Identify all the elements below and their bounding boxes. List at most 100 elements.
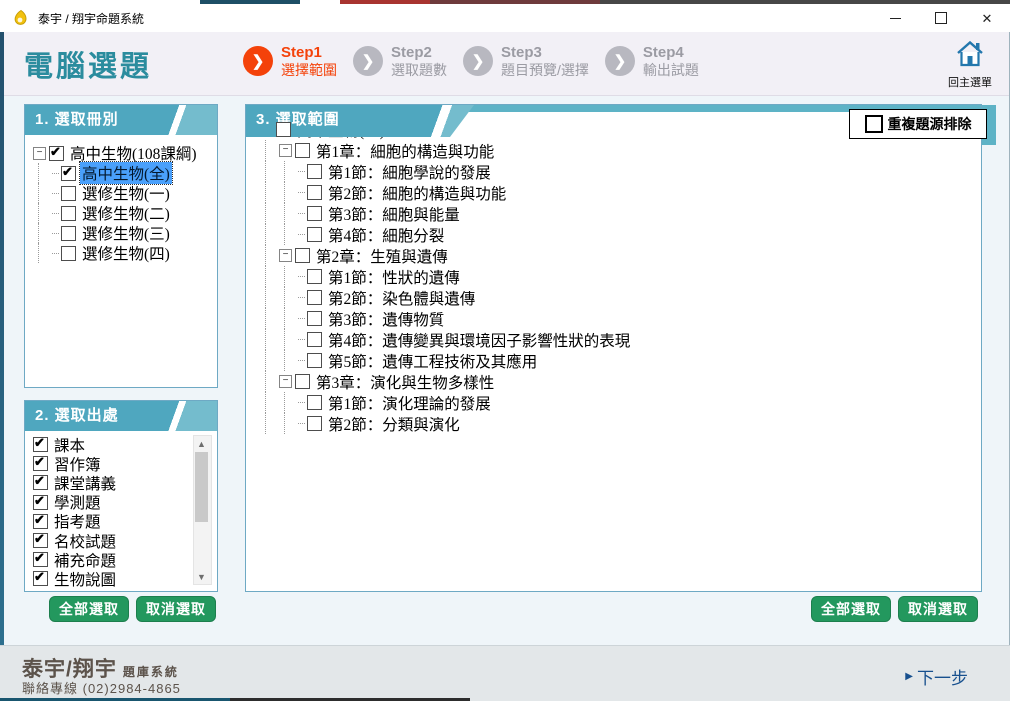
source-item-checkbox[interactable]: [33, 475, 48, 490]
scope-tree-item-row[interactable]: 第2節：分類與演化: [260, 413, 979, 434]
source-select-all-button[interactable]: 全部選取: [49, 596, 129, 622]
source-list-item[interactable]: 補充命題: [33, 550, 191, 569]
volume-tree-item-checkbox[interactable]: [49, 146, 64, 161]
scope-tree-item-checkbox[interactable]: [276, 122, 291, 137]
source-item-checkbox[interactable]: [33, 437, 48, 452]
scope-tree-item-checkbox[interactable]: [307, 416, 322, 431]
scope-tree-item-row[interactable]: 第2節：染色體與遺傳: [260, 287, 979, 308]
scope-tree-item-label[interactable]: 第5節：遺傳工程技術及其應用: [326, 350, 539, 372]
volume-tree-item-label[interactable]: 高中生物(全): [80, 162, 172, 184]
volume-tree-item-label[interactable]: 選修生物(二): [80, 202, 172, 224]
panel-select-source: 2. 選取出處 課本習作簿課堂講義學測題指考題名校試題補充命題生物說圖 ▲ ▼: [24, 400, 218, 592]
tree-collapse-icon[interactable]: −: [279, 375, 292, 388]
scope-tree-item-label[interactable]: 第1節：演化理論的發展: [326, 392, 493, 414]
scope-select-all-button[interactable]: 全部選取: [811, 596, 891, 622]
volume-tree-item-label[interactable]: 高中生物(108課綱): [68, 142, 199, 164]
volume-tree-item-checkbox[interactable]: [61, 206, 76, 221]
scope-tree-item-row[interactable]: 第1節：性狀的遺傳: [260, 266, 979, 287]
scope-tree-item-label[interactable]: 第3章：演化與生物多樣性: [314, 371, 496, 393]
volume-tree-item-row[interactable]: 選修生物(二): [33, 203, 215, 223]
source-item-checkbox[interactable]: [33, 571, 48, 586]
volume-tree-item-row[interactable]: 選修生物(四): [33, 243, 215, 263]
source-item-checkbox[interactable]: [33, 456, 48, 471]
source-list-item[interactable]: 學測題: [33, 493, 191, 512]
scope-tree-item-row[interactable]: − 第2章：生殖與遺傳: [260, 245, 979, 266]
scope-tree-item-checkbox[interactable]: [307, 227, 322, 242]
scope-tree-item-row[interactable]: 第4節：細胞分裂: [260, 224, 979, 245]
scope-tree-item-label[interactable]: 第3節：遺傳物質: [326, 308, 446, 330]
minimize-button[interactable]: [872, 4, 918, 32]
scope-tree-item-checkbox[interactable]: [307, 185, 322, 200]
scope-tree-item-row[interactable]: 第3節：細胞與能量: [260, 203, 979, 224]
volume-tree-item-checkbox[interactable]: [61, 166, 76, 181]
scope-tree-item-label[interactable]: 第3節：細胞與能量: [326, 203, 462, 225]
source-list-item[interactable]: 指考題: [33, 512, 191, 531]
scope-tree-item-label[interactable]: 第4節：細胞分裂: [326, 224, 446, 246]
volume-tree-item-checkbox[interactable]: [61, 226, 76, 241]
scope-tree-item-checkbox[interactable]: [307, 311, 322, 326]
scope-tree-item-checkbox[interactable]: [307, 290, 322, 305]
scope-tree-item-row[interactable]: − 第1章：細胞的構造與功能: [260, 140, 979, 161]
scope-tree-item-checkbox[interactable]: [295, 143, 310, 158]
volume-tree-item-row[interactable]: 高中生物(全): [33, 163, 215, 183]
volume-tree-item-label[interactable]: 選修生物(四): [80, 242, 172, 264]
source-item-checkbox[interactable]: [33, 552, 48, 567]
scrollbar-thumb[interactable]: [195, 452, 208, 522]
scope-tree-item-row[interactable]: 第1節：細胞學說的發展: [260, 161, 979, 182]
scope-tree-item-label[interactable]: 第1節：細胞學說的發展: [326, 161, 493, 183]
volume-tree-item-row[interactable]: − 高中生物(108課綱): [33, 143, 215, 163]
home-menu-button[interactable]: 回主選單: [941, 40, 999, 90]
volume-tree-item-row[interactable]: 選修生物(一): [33, 183, 215, 203]
scope-tree-item-label[interactable]: 第1節：性狀的遺傳: [326, 266, 462, 288]
tree-collapse-icon[interactable]: −: [279, 249, 292, 262]
scope-tree-item-checkbox[interactable]: [307, 353, 322, 368]
scope-tree-item-label[interactable]: 第2節：染色體與遺傳: [326, 287, 477, 309]
source-list-scrollbar[interactable]: ▲ ▼: [193, 435, 212, 585]
maximize-button[interactable]: [918, 4, 964, 32]
source-item-checkbox[interactable]: [33, 533, 48, 548]
scope-tree-item-checkbox[interactable]: [307, 164, 322, 179]
source-list-item[interactable]: 生物說圖: [33, 569, 191, 588]
dedupe-checkbox[interactable]: [865, 115, 883, 133]
volume-tree-item-row[interactable]: 選修生物(三): [33, 223, 215, 243]
close-button[interactable]: ✕: [964, 4, 1010, 32]
scroll-up-icon[interactable]: ▲: [194, 436, 209, 451]
scope-tree-item-checkbox[interactable]: [295, 374, 310, 389]
scope-tree-item-checkbox[interactable]: [307, 332, 322, 347]
scope-tree-item-label[interactable]: 第2節：分類與演化: [326, 413, 462, 435]
scope-tree-item-checkbox[interactable]: [307, 269, 322, 284]
source-item-checkbox[interactable]: [33, 495, 48, 510]
source-list-item[interactable]: 課本: [33, 435, 191, 454]
scope-tree-item-row[interactable]: 第2節：細胞的構造與功能: [260, 182, 979, 203]
source-deselect-all-button[interactable]: 取消選取: [136, 596, 216, 622]
scope-tree-item-row[interactable]: 第5節：遺傳工程技術及其應用: [260, 350, 979, 371]
scope-tree-item-label[interactable]: 第4節：遺傳變異與環境因子影響性狀的表現: [326, 329, 632, 351]
scroll-down-icon[interactable]: ▼: [194, 569, 209, 584]
tree-collapse-icon[interactable]: −: [33, 147, 46, 160]
scope-tree-item-label[interactable]: 第1章：細胞的構造與功能: [314, 140, 496, 162]
scope-deselect-all-button[interactable]: 取消選取: [898, 596, 978, 622]
tree-indent-guide: [279, 266, 298, 287]
dedupe-option: 重複題源排除: [849, 109, 987, 139]
scope-tree-item-row[interactable]: 第3節：遺傳物質: [260, 308, 979, 329]
tree-connector: [298, 423, 305, 424]
tree-collapse-icon[interactable]: −: [279, 144, 292, 157]
scope-tree-item-row[interactable]: 第4節：遺傳變異與環境因子影響性狀的表現: [260, 329, 979, 350]
next-step-button[interactable]: ▶ 下一步: [905, 664, 968, 689]
source-item-checkbox[interactable]: [33, 514, 48, 529]
scope-tree-item-row[interactable]: 第1節：演化理論的發展: [260, 392, 979, 413]
scope-tree-item-checkbox[interactable]: [295, 248, 310, 263]
source-item-label[interactable]: 生物說圖: [52, 568, 118, 590]
scope-tree-item-row[interactable]: − 第3章：演化與生物多樣性: [260, 371, 979, 392]
scope-tree-item-checkbox[interactable]: [307, 395, 322, 410]
source-list-item[interactable]: 課堂講義: [33, 473, 191, 492]
source-list-item[interactable]: 習作簿: [33, 454, 191, 473]
source-list-item[interactable]: 名校試題: [33, 531, 191, 550]
volume-tree-item-checkbox[interactable]: [61, 246, 76, 261]
volume-tree-item-label[interactable]: 選修生物(一): [80, 182, 172, 204]
scope-tree-item-label[interactable]: 第2節：細胞的構造與功能: [326, 182, 508, 204]
scope-tree-item-label[interactable]: 第2章：生殖與遺傳: [314, 245, 450, 267]
volume-tree-item-checkbox[interactable]: [61, 186, 76, 201]
volume-tree-item-label[interactable]: 選修生物(三): [80, 222, 172, 244]
scope-tree-item-checkbox[interactable]: [307, 206, 322, 221]
